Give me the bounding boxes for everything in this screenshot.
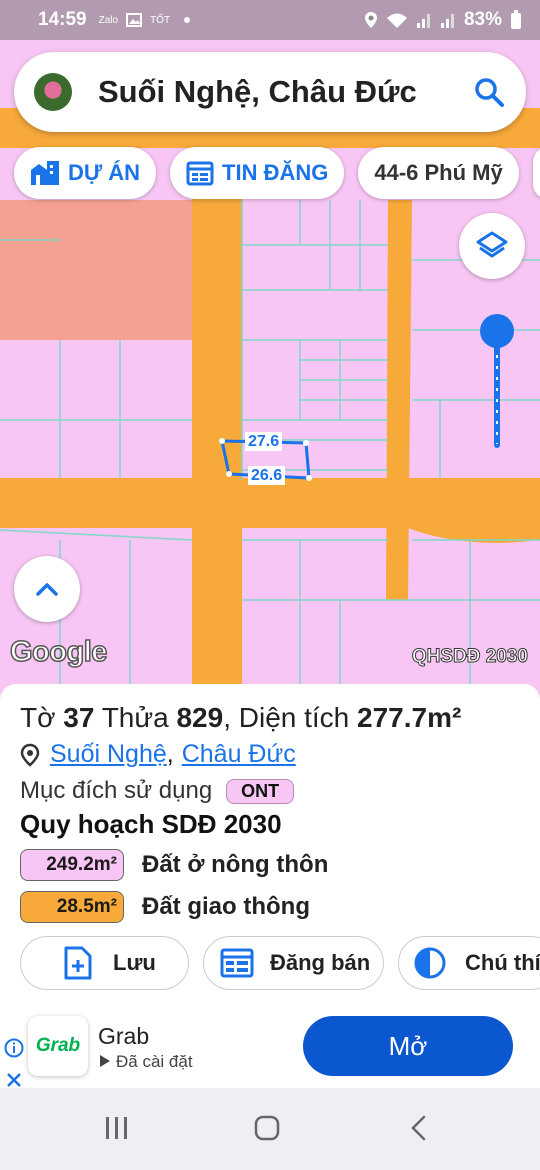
expand-up-button[interactable] bbox=[14, 556, 80, 622]
area-prefix: , Diện tích bbox=[223, 702, 350, 733]
land-use-area: 249.2m² bbox=[20, 849, 124, 881]
ad-app-status: Đã cài đặt bbox=[98, 1052, 193, 1072]
home-icon[interactable] bbox=[253, 1114, 281, 1142]
recent-apps-icon[interactable] bbox=[103, 1114, 131, 1142]
chip-projects[interactable]: DỰ ÁN bbox=[14, 147, 157, 199]
commune-link[interactable]: Suối Nghệ bbox=[50, 740, 167, 769]
contrast-icon bbox=[414, 947, 446, 979]
wifi-icon bbox=[386, 13, 407, 28]
map-layer-label: QHSDĐ 2030 bbox=[411, 646, 528, 668]
action-buttons: Lưu Đăng bán Chú thí bbox=[20, 936, 540, 990]
purpose-code-badge: ONT bbox=[226, 778, 295, 804]
system-navigation-bar bbox=[0, 1088, 540, 1170]
parcel-address: Suối Nghệ, Châu Đức bbox=[20, 740, 520, 769]
address-separator: , bbox=[166, 740, 174, 768]
ad-app-status-text: Đã cài đặt bbox=[116, 1052, 193, 1071]
play-store-icon bbox=[100, 1055, 110, 1067]
land-use-label: Đất ở nông thôn bbox=[142, 851, 329, 878]
map-layers-button[interactable] bbox=[459, 213, 525, 279]
plot-dimension-top: 27.6 bbox=[245, 432, 283, 451]
chip-listings-label: TIN ĐĂNG bbox=[222, 160, 329, 185]
search-location-title[interactable]: Suối Nghệ, Châu Đức bbox=[98, 74, 472, 110]
back-icon[interactable] bbox=[407, 1114, 431, 1142]
opacity-slider[interactable] bbox=[480, 314, 514, 454]
ad-info-icon[interactable] bbox=[4, 1038, 24, 1058]
chip-listings[interactable]: TIN ĐĂNG bbox=[170, 147, 345, 199]
legend-button[interactable]: Chú thí bbox=[398, 936, 540, 990]
ad-open-button[interactable]: Mở bbox=[303, 1016, 513, 1076]
zalo-icon: Zalo bbox=[98, 14, 119, 26]
signal-icon-2 bbox=[440, 14, 454, 28]
tot-icon: TỐT bbox=[150, 14, 171, 26]
chip-location-label: 44-6 Phú Mỹ bbox=[374, 160, 503, 185]
sheet-number: 37 bbox=[63, 702, 95, 733]
battery-icon bbox=[511, 10, 521, 29]
ad-close-icon[interactable] bbox=[6, 1072, 22, 1088]
add-file-icon bbox=[64, 946, 92, 980]
list-for-sale-label: Đăng bán bbox=[270, 950, 371, 975]
purpose-label: Mục đích sử dụng bbox=[20, 777, 213, 804]
parcel-area: 277.7m² bbox=[357, 702, 462, 733]
slider-track[interactable] bbox=[494, 332, 500, 448]
land-use-row: 28.5m² Đất giao thông bbox=[20, 890, 520, 924]
plan-title: Quy hoạch SDĐ 2030 bbox=[20, 809, 282, 839]
sheet-prefix: Tờ bbox=[20, 702, 56, 733]
status-time: 14:59 bbox=[38, 9, 87, 30]
listing-icon bbox=[220, 948, 254, 978]
land-purpose-row: Mục đích sử dụng ONT bbox=[20, 777, 520, 805]
district-link[interactable]: Châu Đức bbox=[182, 740, 296, 769]
chip-more[interactable] bbox=[532, 147, 540, 199]
ad-app-name: Grab bbox=[98, 1023, 150, 1049]
search-bar[interactable]: Suối Nghệ, Châu Đức bbox=[14, 52, 526, 132]
ad-banner: Grab Grab Đã cài đặt Mở bbox=[0, 1008, 540, 1088]
lot-prefix: Thửa bbox=[101, 702, 169, 733]
signal-icon bbox=[416, 14, 430, 28]
search-icon[interactable] bbox=[472, 75, 506, 109]
google-logo: Google bbox=[9, 635, 108, 669]
legend-button-label: Chú thí bbox=[465, 950, 540, 975]
listing-icon bbox=[186, 161, 214, 186]
chip-location[interactable]: 44-6 Phú Mỹ bbox=[358, 147, 519, 199]
parcel-summary: Tờ 37 Thửa 829, Diện tích 277.7m² bbox=[20, 702, 520, 734]
land-use-row: 249.2m² Đất ở nông thôn bbox=[20, 848, 520, 882]
slider-handle[interactable] bbox=[480, 314, 514, 348]
parcel-info-sheet: Tờ 37 Thửa 829, Diện tích 277.7m² Suối N… bbox=[0, 684, 540, 1008]
save-button[interactable]: Lưu bbox=[20, 936, 189, 990]
grab-logo: Grab bbox=[28, 1016, 88, 1076]
buildings-icon bbox=[31, 161, 59, 185]
location-icon bbox=[364, 12, 377, 28]
gallery-icon bbox=[126, 13, 143, 27]
save-button-label: Lưu bbox=[113, 950, 156, 975]
list-for-sale-button[interactable]: Đăng bán bbox=[203, 936, 384, 990]
lot-number: 829 bbox=[176, 702, 224, 733]
layers-icon bbox=[476, 231, 508, 258]
filter-chips: DỰ ÁN TIN ĐĂNG 44-6 Phú Mỹ bbox=[14, 147, 540, 201]
chevron-up-icon bbox=[36, 583, 58, 596]
status-bar: 14:59 Zalo TỐT 83% bbox=[0, 0, 540, 40]
notification-dot-icon bbox=[184, 17, 191, 23]
land-use-area: 28.5m² bbox=[20, 891, 124, 923]
battery-percent: 83% bbox=[463, 9, 502, 30]
land-use-label: Đất giao thông bbox=[142, 893, 310, 920]
chip-projects-label: DỰ ÁN bbox=[68, 160, 141, 185]
avatar[interactable] bbox=[34, 73, 72, 111]
plot-dimension-bottom: 26.6 bbox=[248, 466, 286, 485]
map-pin-icon bbox=[20, 743, 40, 767]
